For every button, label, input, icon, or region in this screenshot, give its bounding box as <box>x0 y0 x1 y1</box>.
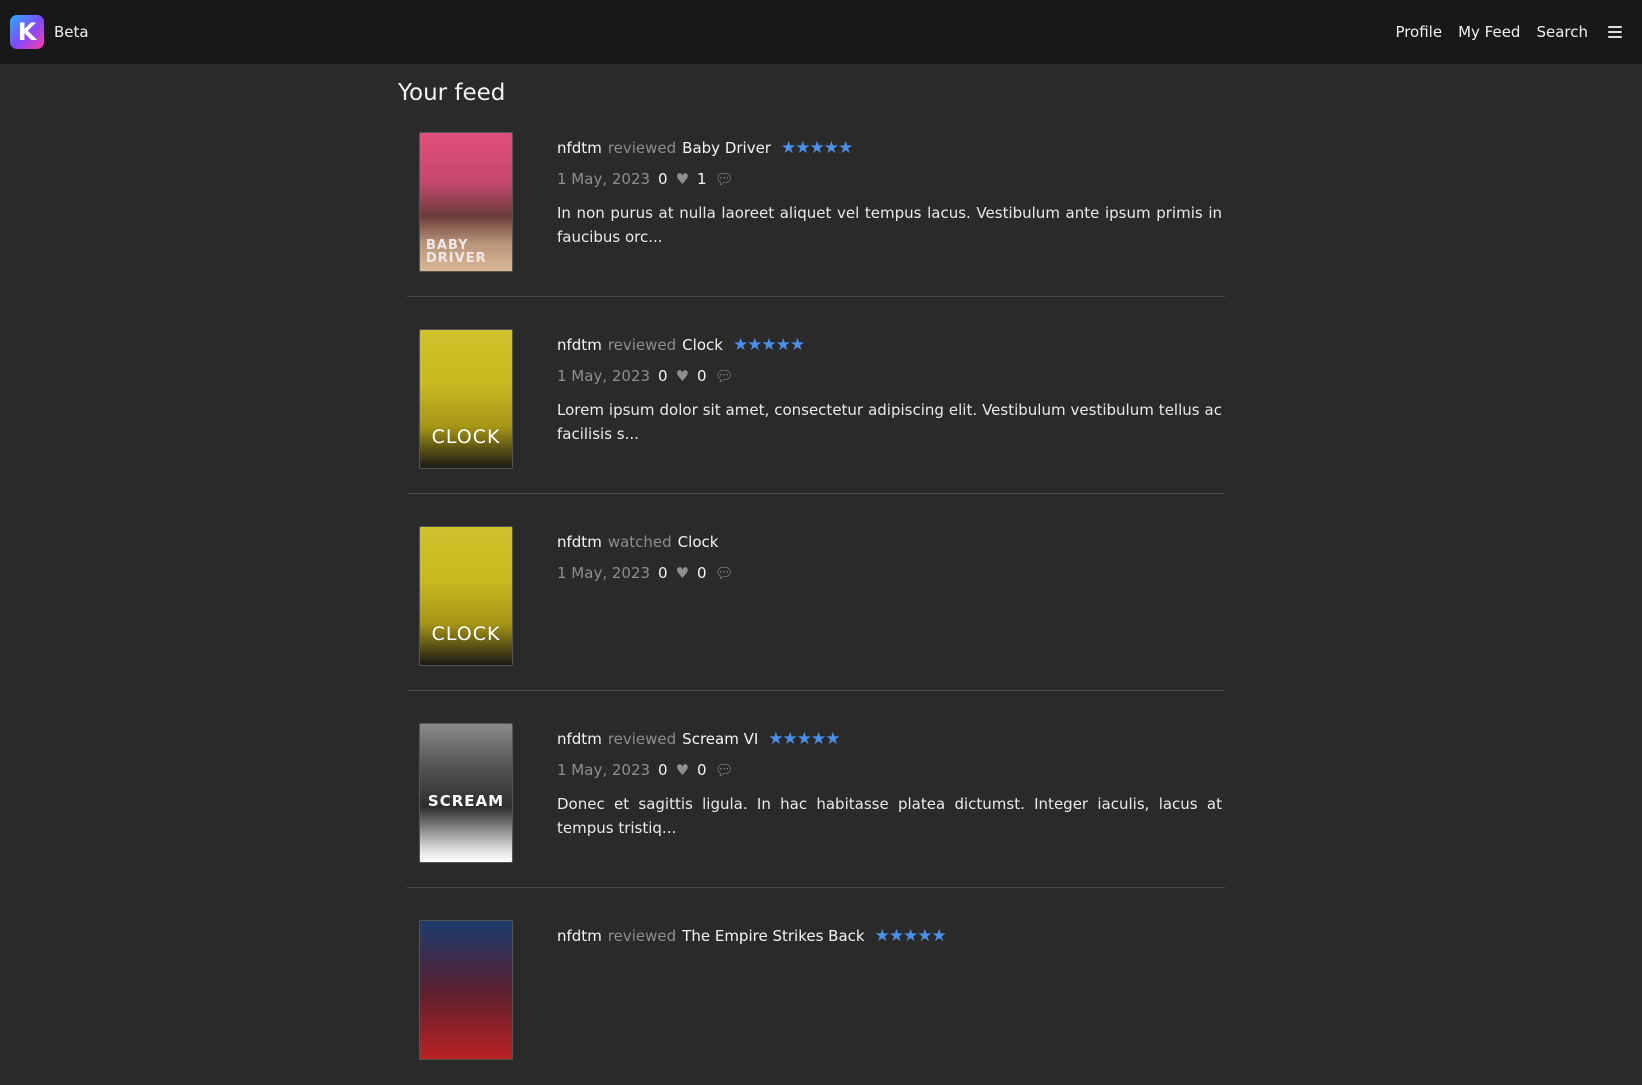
activity-line: nfdtm reviewed The Empire Strikes Back ★… <box>557 926 1222 946</box>
comment-icon[interactable]: 💬︎ <box>715 170 734 188</box>
activity-action: reviewed <box>607 927 677 945</box>
movie-poster[interactable]: SCREAM <box>419 723 513 863</box>
activity-date: 1 May, 2023 <box>557 170 651 188</box>
star-rating: ★★★★★ <box>768 729 840 749</box>
comment-icon[interactable]: 💬︎ <box>715 564 734 582</box>
feed-item: CLOCK nfdtm reviewed Clock ★★★★★ 1 May, … <box>407 297 1225 494</box>
hamburger-icon[interactable] <box>1608 26 1622 38</box>
comment-count: 0 <box>697 564 707 582</box>
comment-icon[interactable]: 💬︎ <box>715 367 734 385</box>
movie-title-link[interactable]: Clock <box>682 336 723 354</box>
activity-action: watched <box>607 533 672 551</box>
app-logo[interactable]: K <box>10 15 44 49</box>
heart-icon[interactable]: ♥ <box>676 564 689 582</box>
heart-icon[interactable]: ♥ <box>676 761 689 779</box>
meta-line: 1 May, 2023 0 ♥ 0 💬︎ <box>557 760 1222 780</box>
heart-icon[interactable]: ♥ <box>676 170 689 188</box>
top-navbar: K Beta Profile My Feed Search <box>0 0 1642 64</box>
brand[interactable]: K Beta <box>10 15 89 49</box>
like-count: 0 <box>658 564 668 582</box>
star-rating: ★★★★★ <box>874 926 947 946</box>
page-title: Your feed <box>398 80 506 106</box>
feed-item-content: nfdtm reviewed The Empire Strikes Back ★… <box>557 920 1222 946</box>
movie-poster[interactable]: CLOCK <box>419 526 513 666</box>
meta-line: 1 May, 2023 0 ♥ 0 💬︎ <box>557 563 1222 583</box>
movie-poster[interactable]: CLOCK <box>419 329 513 469</box>
movie-title-link[interactable]: Scream VI <box>682 730 758 748</box>
meta-line: 1 May, 2023 0 ♥ 1 💬︎ <box>557 169 1222 189</box>
star-rating: ★★★★★ <box>780 138 853 158</box>
review-excerpt: In non purus at nulla laoreet aliquet ve… <box>557 204 1222 246</box>
feed-item-content: nfdtm watched Clock 1 May, 2023 0 ♥ 0 💬︎ <box>557 526 1222 583</box>
movie-title-link[interactable]: Baby Driver <box>682 139 771 157</box>
feed-item-content: nfdtm reviewed Scream VI ★★★★★ 1 May, 20… <box>557 723 1222 840</box>
feed-item: nfdtm reviewed The Empire Strikes Back ★… <box>407 888 1225 1085</box>
activity-date: 1 May, 2023 <box>557 367 651 385</box>
username-link[interactable]: nfdtm <box>557 927 602 945</box>
feed-list: BABY DRIVER nfdtm reviewed Baby Driver ★… <box>398 132 1225 1085</box>
activity-action: reviewed <box>607 139 677 157</box>
nav-my-feed-link[interactable]: My Feed <box>1458 23 1520 41</box>
comment-icon[interactable]: 💬︎ <box>715 761 734 779</box>
review-excerpt: Lorem ipsum dolor sit amet, consectetur … <box>557 401 1222 443</box>
movie-title-link[interactable]: The Empire Strikes Back <box>682 927 864 945</box>
poster-title-text: CLOCK <box>431 426 501 448</box>
main-nav: Profile My Feed Search <box>1395 23 1632 41</box>
movie-poster[interactable] <box>419 920 513 1060</box>
movie-title-link[interactable]: Clock <box>678 533 719 551</box>
movie-poster[interactable]: BABY DRIVER <box>419 132 513 272</box>
review-excerpt: Donec et sagittis ligula. In hac habitas… <box>557 795 1222 837</box>
activity-action: reviewed <box>607 336 677 354</box>
like-count: 0 <box>658 367 668 385</box>
main-content: Your feed BABY DRIVER nfdtm reviewed Bab… <box>398 64 1238 1085</box>
like-count: 0 <box>658 170 668 188</box>
feed-item: SCREAM nfdtm reviewed Scream VI ★★★★★ 1 … <box>407 691 1225 888</box>
username-link[interactable]: nfdtm <box>557 730 602 748</box>
comment-count: 0 <box>697 761 707 779</box>
heart-icon[interactable]: ♥ <box>676 367 689 385</box>
meta-line: 1 May, 2023 0 ♥ 0 💬︎ <box>557 366 1222 386</box>
feed-item-content: nfdtm reviewed Clock ★★★★★ 1 May, 2023 0… <box>557 329 1222 446</box>
poster-title-text: BABY DRIVER <box>426 238 487 266</box>
nav-profile-link[interactable]: Profile <box>1395 23 1442 41</box>
like-count: 0 <box>658 761 668 779</box>
username-link[interactable]: nfdtm <box>557 336 602 354</box>
comment-count: 1 <box>697 170 707 188</box>
activity-line: nfdtm reviewed Clock ★★★★★ <box>557 335 1222 355</box>
feed-item-content: nfdtm reviewed Baby Driver ★★★★★ 1 May, … <box>557 132 1222 249</box>
activity-date: 1 May, 2023 <box>557 761 651 779</box>
nav-search-link[interactable]: Search <box>1536 23 1588 41</box>
activity-line: nfdtm watched Clock <box>557 532 1222 552</box>
activity-date: 1 May, 2023 <box>557 564 651 582</box>
poster-title-text: CLOCK <box>431 623 501 645</box>
brand-label: Beta <box>54 23 89 41</box>
comment-count: 0 <box>697 367 707 385</box>
activity-action: reviewed <box>607 730 677 748</box>
poster-title-text: SCREAM <box>427 792 505 810</box>
feed-item: BABY DRIVER nfdtm reviewed Baby Driver ★… <box>407 132 1225 297</box>
username-link[interactable]: nfdtm <box>557 533 602 551</box>
username-link[interactable]: nfdtm <box>557 139 602 157</box>
activity-line: nfdtm reviewed Scream VI ★★★★★ <box>557 729 1222 749</box>
star-rating: ★★★★★ <box>732 335 805 355</box>
feed-item: CLOCK nfdtm watched Clock 1 May, 2023 0 … <box>407 494 1225 691</box>
activity-line: nfdtm reviewed Baby Driver ★★★★★ <box>557 138 1222 158</box>
